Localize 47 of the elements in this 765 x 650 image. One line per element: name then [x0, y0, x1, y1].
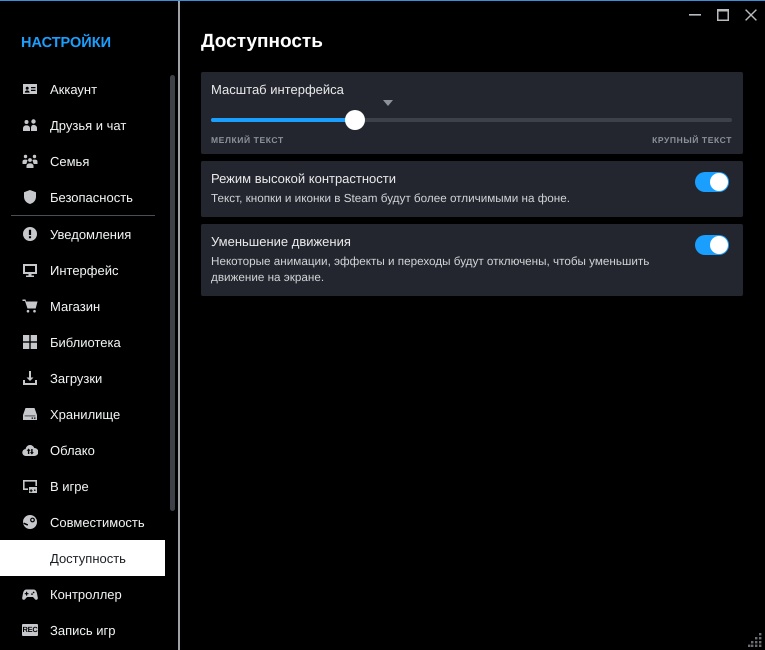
- maximize-icon: [717, 9, 729, 21]
- sidebar-item[interactable]: Хранилище: [0, 396, 165, 432]
- screen-gamepad-icon: [22, 478, 38, 494]
- three-people-icon: [22, 153, 38, 169]
- sidebar-item[interactable]: Совместимость: [0, 504, 165, 540]
- sidebar-item[interactable]: Доступность: [0, 540, 165, 576]
- resize-grip-icon[interactable]: [748, 633, 762, 647]
- caret-icon: [383, 100, 394, 106]
- max-label: КРУПНЫЙ ТЕКСТ: [652, 134, 732, 146]
- setting-description: Некоторые анимации, эффекты и переходы будут отключены, чтобы уменьшить движение на экране.: [211, 254, 650, 286]
- setting-label: Уменьшение движения: [211, 234, 352, 250]
- toggle-switch[interactable]: [695, 172, 729, 192]
- two-people-icon: [22, 117, 38, 133]
- sidebar-item[interactable]: Библиотека: [0, 324, 165, 360]
- sidebar-item[interactable]: В игре: [0, 468, 165, 504]
- sidebar-title: НАСТРОЙКИ: [20, 33, 112, 53]
- sidebar-item[interactable]: Уведомления: [0, 216, 165, 252]
- sidebar-item[interactable]: Аккаунт: [0, 71, 165, 107]
- sidebar-item[interactable]: Магазин: [0, 288, 165, 324]
- minimize-icon: [689, 14, 701, 16]
- sidebar-item[interactable]: Друзья и чат: [0, 107, 165, 143]
- exclamation-icon: [22, 226, 38, 242]
- sidebar-item[interactable]: Облако: [0, 432, 165, 468]
- setting-label: Масштаб интерфейса: [211, 82, 345, 98]
- toggle-switch[interactable]: [695, 235, 729, 255]
- scrollbar[interactable]: [170, 75, 175, 511]
- close-icon: [745, 9, 757, 21]
- drive-icon: [22, 406, 38, 422]
- sidebar-item[interactable]: Безопасность: [0, 179, 165, 215]
- cloud-icon: [22, 442, 38, 458]
- shield-icon: [22, 189, 38, 205]
- sidebar-item[interactable]: Семья: [0, 143, 165, 179]
- sidebar-item[interactable]: Интерфейс: [0, 252, 165, 288]
- page-title: Доступность: [201, 30, 324, 54]
- grid-icon: [22, 334, 38, 350]
- cart-icon: [22, 298, 38, 314]
- round-logo-icon: [22, 514, 38, 530]
- download-icon: [22, 370, 38, 386]
- sidebar-item[interactable]: Загрузки: [0, 360, 165, 396]
- slider-thumb[interactable]: [344, 110, 365, 130]
- id-card-icon: [22, 81, 38, 97]
- min-label: МЕЛКИЙ ТЕКСТ: [211, 134, 284, 146]
- monitor-icon: [22, 262, 38, 278]
- sidebar-item[interactable]: Контроллер: [0, 576, 165, 612]
- setting-description: Текст, кнопки и иконки в Steam будут более отличимыми на фоне.: [211, 191, 572, 207]
- setting-label: Режим высокой контрастности: [211, 171, 397, 187]
- scale-slider[interactable]: [211, 110, 732, 130]
